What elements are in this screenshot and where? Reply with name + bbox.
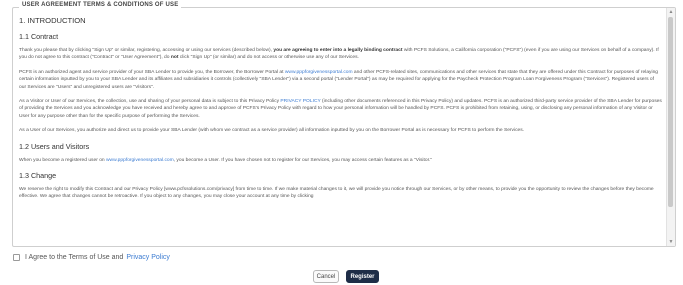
- paragraph-users: When you become a registered user on www…: [19, 157, 433, 163]
- subsection-contract: 1.1 Contract: [19, 32, 59, 41]
- agree-row: I Agree to the Terms of Use and Privacy …: [13, 251, 170, 263]
- subsection-users: 1.2 Users and Visitors: [19, 141, 90, 151]
- scroll-down-arrow-icon[interactable]: ▼: [668, 239, 674, 245]
- privacy-policy-link[interactable]: PRIVACY POLICY: [280, 99, 320, 104]
- paragraph-authorize: As a User of our Services, you authorize…: [19, 128, 525, 134]
- scrollbar-thumb[interactable]: [668, 17, 673, 207]
- terms-legend: USER AGREEMENT TERMS & CONDITIONS OF USE: [19, 2, 182, 8]
- subsection-change: 1.3 Change: [19, 171, 57, 181]
- portal-link-2[interactable]: www.pppforgivenessportal.com: [106, 158, 174, 163]
- terms-scroll-area[interactable]: 1. INTRODUCTION 1.1 Contract Thank you p…: [17, 14, 666, 240]
- agree-label: I Agree to the Terms of Use and: [25, 253, 124, 261]
- portal-link[interactable]: www.pppforgivenessportal.com: [285, 70, 353, 75]
- paragraph-contract: Thank you please that by clicking "Sign …: [19, 48, 659, 61]
- agree-checkbox[interactable]: [13, 253, 20, 261]
- terms-content: 1. INTRODUCTION 1.1 Contract Thank you p…: [17, 14, 666, 201]
- register-button[interactable]: Register: [346, 270, 379, 283]
- section-title: 1. INTRODUCTION: [19, 16, 86, 25]
- paragraph-privacy: As a Visitor or User of our Services, th…: [19, 99, 662, 119]
- cancel-button[interactable]: Cancel: [313, 270, 339, 283]
- vertical-scrollbar[interactable]: ▲ ▼: [666, 8, 675, 246]
- agree-privacy-link[interactable]: Privacy Policy: [126, 254, 170, 261]
- scroll-up-arrow-icon[interactable]: ▲: [668, 9, 674, 15]
- paragraph-pcfs-agent: PCFS is an authorized agent and service …: [19, 69, 659, 90]
- paragraph-change: We reserve the right to modify this Cont…: [19, 187, 654, 200]
- terms-fieldset: USER AGREEMENT TERMS & CONDITIONS OF USE…: [12, 2, 676, 247]
